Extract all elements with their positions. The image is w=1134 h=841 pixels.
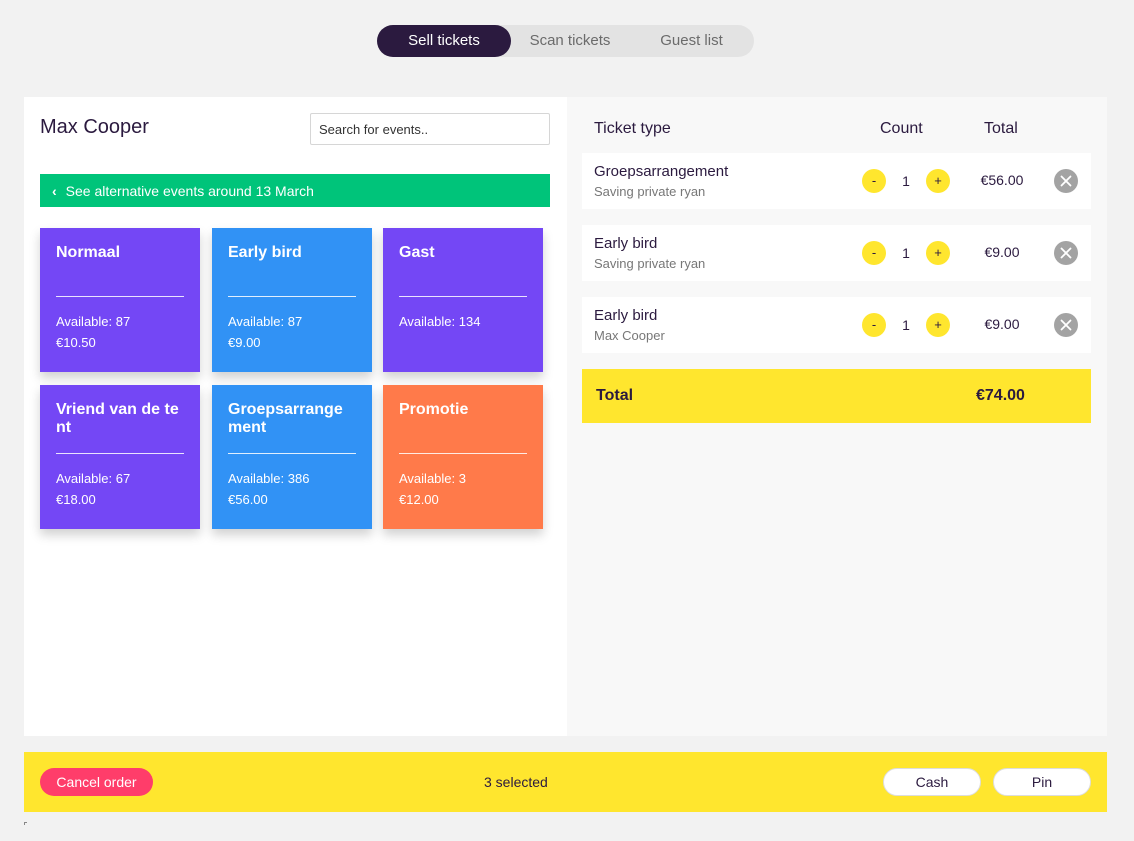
- column-header-count: Count: [880, 120, 923, 137]
- order-row-total: €9.00: [984, 244, 1020, 260]
- divider: [399, 453, 527, 454]
- divider: [56, 296, 184, 297]
- alternative-events-label: See alternative events around 13 March: [65, 182, 314, 199]
- action-footer: Cancel order 3 selected Cash Pin: [24, 752, 1107, 812]
- ticket-card-available: Available: 87: [228, 314, 303, 329]
- order-row: Early bird Max Cooper - 1 + €9.00: [582, 297, 1091, 353]
- divider: [228, 296, 356, 297]
- divider: [228, 453, 356, 454]
- order-row-total: €56.00: [980, 172, 1024, 188]
- order-row-event: Max Cooper: [594, 328, 665, 343]
- increment-button[interactable]: +: [926, 313, 950, 337]
- ticket-card-vriend-van-de-tent[interactable]: Vriend van de tent Available: 67 €18.00: [40, 385, 200, 529]
- order-total-bar: Total €74.00: [582, 369, 1091, 423]
- close-icon: [1060, 319, 1072, 331]
- resize-corner: [24, 822, 27, 825]
- ticket-card-available: Available: 386: [228, 471, 310, 486]
- order-row-total: €9.00: [984, 316, 1020, 332]
- divider: [399, 296, 527, 297]
- tab-guest-list[interactable]: Guest list: [629, 25, 754, 57]
- ticket-card-price: €18.00: [56, 492, 96, 507]
- order-row: Groepsarrangement Saving private ryan - …: [582, 153, 1091, 209]
- increment-button[interactable]: +: [926, 241, 950, 265]
- close-icon: [1060, 247, 1072, 259]
- ticket-card-promotie[interactable]: Promotie Available: 3 €12.00: [383, 385, 543, 529]
- ticket-card-name: Promotie: [399, 401, 469, 418]
- ticket-card-available: Available: 134: [399, 314, 481, 329]
- order-row-ticket-type: Early bird: [594, 235, 658, 252]
- cash-button[interactable]: Cash: [883, 768, 981, 796]
- ticket-card-name: Gast: [399, 244, 435, 261]
- pin-button[interactable]: Pin: [993, 768, 1091, 796]
- ticket-card-name: Early bird: [228, 244, 302, 261]
- order-row-ticket-type: Early bird: [594, 307, 658, 324]
- divider: [56, 453, 184, 454]
- ticket-card-available: Available: 67: [56, 471, 131, 486]
- order-row: Early bird Saving private ryan - 1 + €9.…: [582, 225, 1091, 281]
- ticket-card-price: €12.00: [399, 492, 439, 507]
- order-row-count: 1: [902, 245, 910, 261]
- ticket-card-price: €9.00: [228, 335, 261, 350]
- ticket-card-price: €56.00: [228, 492, 268, 507]
- ticket-card-name: Normaal: [56, 244, 121, 261]
- alternative-events-button[interactable]: ‹ See alternative events around 13 March: [40, 174, 550, 207]
- close-icon: [1060, 175, 1072, 187]
- order-row-count: 1: [902, 317, 910, 333]
- chevron-left-icon: ‹: [52, 182, 57, 199]
- search-events-input[interactable]: [310, 113, 550, 145]
- ticket-card-name: Vriend van de tent: [56, 401, 179, 436]
- column-header-ticket-type: Ticket type: [594, 120, 671, 137]
- ticket-card-available: Available: 87: [56, 314, 131, 329]
- column-header-total: Total: [984, 120, 1018, 137]
- order-total-amount: €74.00: [976, 387, 1025, 404]
- decrement-button[interactable]: -: [862, 241, 886, 265]
- decrement-button[interactable]: -: [862, 313, 886, 337]
- ticket-card-early-bird[interactable]: Early bird Available: 87 €9.00: [212, 228, 372, 372]
- order-panel: Ticket type Count Total Groepsarrangemen…: [567, 97, 1107, 736]
- ticket-card-price: €10.50: [56, 335, 96, 350]
- event-title: Max Cooper: [40, 116, 149, 138]
- remove-item-button[interactable]: [1054, 169, 1078, 193]
- tab-scan-tickets[interactable]: Scan tickets: [511, 25, 629, 57]
- ticket-card-available: Available: 3: [399, 471, 466, 486]
- ticket-card-normaal[interactable]: Normaal Available: 87 €10.50: [40, 228, 200, 372]
- increment-button[interactable]: +: [926, 169, 950, 193]
- ticket-card-name: Groepsarrangement: [228, 401, 343, 436]
- ticket-card-gast[interactable]: Gast Available: 134: [383, 228, 543, 372]
- order-row-count: 1: [902, 173, 910, 189]
- remove-item-button[interactable]: [1054, 313, 1078, 337]
- cancel-order-button[interactable]: Cancel order: [40, 768, 153, 796]
- event-panel: Max Cooper ‹ See alternative events arou…: [24, 97, 567, 736]
- remove-item-button[interactable]: [1054, 241, 1078, 265]
- tab-sell-tickets[interactable]: Sell tickets: [377, 25, 511, 57]
- order-row-event: Saving private ryan: [594, 256, 706, 271]
- mode-tabs: Sell tickets Scan tickets Guest list: [377, 25, 754, 57]
- order-total-label: Total: [596, 387, 634, 404]
- decrement-button[interactable]: -: [862, 169, 886, 193]
- selected-count: 3 selected: [484, 774, 548, 790]
- order-row-ticket-type: Groepsarrangement: [594, 163, 729, 180]
- order-row-event: Saving private ryan: [594, 184, 706, 199]
- ticket-card-groepsarrangement[interactable]: Groepsarrangement Available: 386 €56.00: [212, 385, 372, 529]
